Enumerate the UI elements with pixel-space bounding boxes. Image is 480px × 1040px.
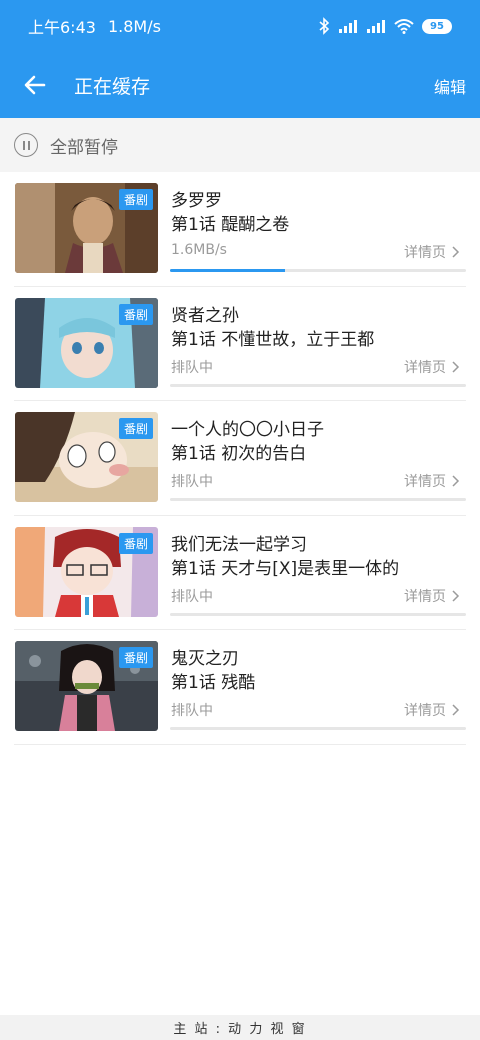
wifi-icon <box>394 19 414 34</box>
bluetooth-icon <box>319 17 330 35</box>
chevron-right-icon <box>452 360 460 373</box>
detail-label: 详情页 <box>404 474 446 490</box>
download-status: 排队中 <box>171 588 213 605</box>
category-badge: 番剧 <box>118 189 153 210</box>
detail-label: 详情页 <box>404 359 446 376</box>
watermark-text: 主 站 : 动 力 视 窗 <box>173 1022 307 1037</box>
chevron-right-icon <box>452 704 460 716</box>
edit-button[interactable]: 编辑 <box>434 74 466 98</box>
detail-link[interactable]: 详情页 <box>404 471 460 491</box>
detail-label: 详情页 <box>404 588 446 605</box>
battery-icon: 95 <box>422 18 452 34</box>
progress-bar <box>170 383 466 387</box>
page-title: 正在缓存 <box>74 75 151 98</box>
episode-title: 第1话 天才与[X]是表里一体的 <box>171 558 400 579</box>
status-speed: 1.8M/s <box>107 16 161 36</box>
status-bar: 上午6:43 1.8M/s 95 <box>0 0 480 52</box>
detail-link[interactable]: 详情页 <box>404 586 460 606</box>
progress-fill <box>170 269 286 272</box>
progress-bar <box>170 727 466 730</box>
category-badge: 番剧 <box>118 418 153 439</box>
chevron-right-icon <box>452 475 460 487</box>
download-list: 番剧 多罗罗 第1话 醍醐之卷 1.6MB/s 详情页 番剧 贤者之孙 第1话 … <box>0 172 480 745</box>
category-badge: 番剧 <box>118 532 153 554</box>
download-status: 排队中 <box>171 703 213 719</box>
list-item[interactable]: 番剧 鬼灭之刃 第1话 残酷 排队中 详情页 <box>14 630 466 745</box>
signal-icon <box>367 20 385 33</box>
pause-icon <box>14 133 38 157</box>
episode-title: 第1话 不懂世故，立于王都 <box>171 329 375 350</box>
progress-bar <box>170 498 466 501</box>
anime-title: 一个人的〇〇小日子 <box>171 420 324 440</box>
anime-title: 鬼灭之刃 <box>171 649 239 669</box>
thumbnail: 番剧 <box>15 183 158 273</box>
anime-title: 贤者之孙 <box>171 305 239 326</box>
app-bar: 正在缓存 编辑 <box>0 52 480 118</box>
pause-all-label: 全部暂停 <box>50 137 118 158</box>
download-status: 排队中 <box>171 359 213 376</box>
detail-label: 详情页 <box>404 245 446 261</box>
thumbnail: 番剧 <box>15 641 158 731</box>
thumbnail: 番剧 <box>15 526 158 617</box>
category-badge: 番剧 <box>118 303 153 325</box>
detail-link[interactable]: 详情页 <box>404 357 460 377</box>
progress-bar <box>170 612 466 616</box>
list-item[interactable]: 番剧 贤者之孙 第1话 不懂世故，立于王都 排队中 详情页 <box>14 287 466 401</box>
detail-link[interactable]: 详情页 <box>404 242 460 262</box>
list-item[interactable]: 番剧 我们无法一起学习 第1话 天才与[X]是表里一体的 排队中 详情页 <box>14 516 466 630</box>
back-button[interactable] <box>0 52 70 118</box>
download-status: 1.6MB/s <box>171 242 227 258</box>
anime-title: 多罗罗 <box>171 191 222 211</box>
progress-bar <box>170 269 466 272</box>
chevron-right-icon <box>452 246 460 258</box>
category-badge: 番剧 <box>118 647 153 668</box>
pause-all-button[interactable]: 全部暂停 <box>0 118 480 172</box>
watermark-strip: 主 站 : 动 力 视 窗 <box>0 1015 480 1040</box>
thumbnail: 番剧 <box>15 297 158 388</box>
signal-icon <box>339 20 357 33</box>
status-time: 上午6:43 <box>28 18 96 37</box>
episode-title: 第1话 醍醐之卷 <box>171 215 290 235</box>
list-item[interactable]: 番剧 一个人的〇〇小日子 第1话 初次的告白 排队中 详情页 <box>14 401 466 516</box>
thumbnail: 番剧 <box>15 412 158 502</box>
anime-title: 我们无法一起学习 <box>171 534 307 555</box>
chevron-right-icon <box>452 589 460 602</box>
episode-title: 第1话 初次的告白 <box>171 444 307 464</box>
back-arrow-icon <box>24 75 46 95</box>
detail-label: 详情页 <box>404 703 446 719</box>
episode-title: 第1话 残酷 <box>171 673 256 693</box>
detail-link[interactable]: 详情页 <box>404 700 460 720</box>
list-item[interactable]: 番剧 多罗罗 第1话 醍醐之卷 1.6MB/s 详情页 <box>14 172 466 287</box>
download-status: 排队中 <box>171 474 213 490</box>
